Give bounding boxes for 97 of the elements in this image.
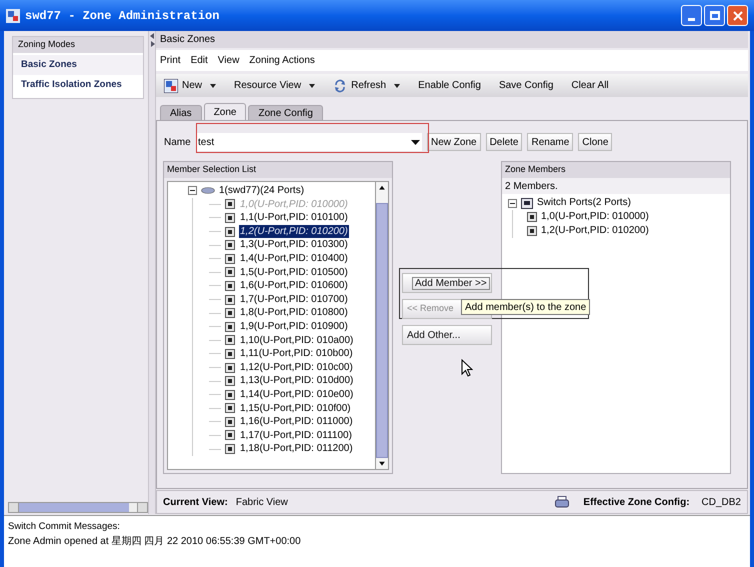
port-icon	[225, 348, 235, 359]
menu-item[interactable]: Print	[160, 53, 181, 68]
menu-item[interactable]: Edit	[190, 53, 208, 68]
field-label: Name	[163, 136, 192, 150]
port-icon	[225, 444, 235, 454]
port-icon	[225, 267, 235, 278]
dropdown-caret-icon	[210, 84, 216, 88]
tree-item[interactable]: 1,0(U-Port,PID: 010000)	[541, 210, 649, 224]
tree-item[interactable]: 1,7(U-Port,PID: 010700)	[239, 292, 349, 306]
refresh-icon	[333, 78, 348, 92]
sidebar-item[interactable]: Traffic Isolation Zones	[13, 75, 143, 96]
tree-item[interactable]: 1,2(U-Port,PID: 010200)	[239, 224, 349, 238]
tree-item[interactable]: 1,6(U-Port,PID: 010600)	[239, 279, 349, 293]
action-button[interactable]: Add Member >>	[402, 273, 492, 293]
tree-item[interactable]: 1,15(U-Port,PID: 010f00)	[239, 402, 352, 416]
member-count: 2 Members.	[502, 178, 730, 194]
vertical-scrollbar[interactable]	[375, 182, 388, 469]
zone-name-dropdown[interactable]: test	[196, 133, 422, 151]
toolbar-button[interactable]: Save Config	[498, 78, 554, 93]
horizontal-scrollbar[interactable]	[8, 502, 148, 513]
dropdown-caret-icon	[309, 84, 316, 88]
status-label: Current View:	[163, 496, 228, 510]
status-value: CD_DB2	[702, 496, 741, 510]
tree-item[interactable]: 1,5(U-Port,PID: 010500)	[239, 266, 349, 280]
collapse-icon[interactable]	[508, 198, 517, 208]
port-icon	[225, 280, 235, 291]
action-button[interactable]: Add Other...	[402, 325, 492, 345]
panel-header: Zoning Modes	[13, 37, 143, 53]
messages-title: Switch Commit Messages:	[8, 520, 121, 534]
port-icon	[225, 416, 235, 427]
tree-item[interactable]: 1,12(U-Port,PID: 010c00)	[239, 360, 354, 374]
new-zone-icon	[164, 78, 178, 92]
toolbar-button[interactable]: Clear All	[571, 78, 609, 93]
tree-item[interactable]: 1,9(U-Port,PID: 010900)	[239, 320, 349, 334]
zone-button[interactable]: Delete	[486, 133, 522, 151]
port-icon	[225, 212, 235, 223]
close-icon	[732, 10, 742, 20]
tree-item[interactable]: Switch Ports(2 Ports)	[537, 196, 631, 210]
tree-item[interactable]: 1,18(U-Port,PID: 011200)	[239, 442, 354, 456]
port-group-icon	[521, 198, 533, 208]
port-icon	[225, 199, 235, 210]
toolbar-button[interactable]: Resource View	[234, 78, 316, 93]
tab[interactable]: Zone Config	[248, 105, 323, 120]
maximize-button[interactable]	[704, 5, 725, 26]
port-icon	[225, 376, 235, 386]
status-label: Effective Zone Config:	[583, 496, 690, 510]
tree-item[interactable]: 1(swd77)(24 Ports)	[219, 184, 304, 198]
collapse-arrows-icon	[150, 33, 154, 47]
port-icon	[225, 403, 235, 414]
panel-header: Member Selection List	[164, 162, 392, 178]
panel-title-bar: Basic Zones	[156, 31, 748, 48]
tree-item[interactable]: 1,13(U-Port,PID: 010d00)	[239, 374, 354, 388]
port-icon	[225, 390, 235, 400]
port-icon	[225, 335, 235, 346]
tree-item[interactable]: 1,3(U-Port,PID: 010300)	[239, 238, 349, 252]
tab[interactable]: Alias	[160, 105, 202, 120]
tree-item[interactable]: 1,8(U-Port,PID: 010800)	[239, 306, 349, 320]
switch-icon	[201, 187, 215, 194]
zone-button[interactable]: Rename	[527, 133, 574, 151]
zone-button[interactable]: New Zone	[427, 133, 481, 151]
dropdown-arrow-icon	[411, 140, 420, 144]
port-icon	[225, 308, 235, 318]
tree-item[interactable]: 1,10(U-Port,PID: 010a00)	[239, 334, 354, 348]
close-button[interactable]	[727, 5, 748, 26]
tooltip: Add member(s) to the zone	[461, 299, 590, 315]
port-icon	[225, 226, 235, 237]
port-icon	[225, 254, 235, 264]
port-icon	[225, 294, 235, 305]
toolbar-button[interactable]: New	[164, 78, 216, 93]
toolbar-button[interactable]: Refresh	[333, 78, 400, 93]
tree-item[interactable]: 1,4(U-Port,PID: 010400)	[239, 252, 349, 266]
tree-item[interactable]: 1,2(U-Port,PID: 010200)	[541, 224, 649, 238]
zone-button[interactable]: Clone	[578, 133, 612, 151]
minimize-button[interactable]	[681, 5, 702, 26]
tab[interactable]: Zone	[204, 103, 246, 120]
toolbar-button[interactable]: Enable Config	[418, 78, 481, 93]
tree-item[interactable]: 1,17(U-Port,PID: 011100)	[239, 428, 353, 442]
port-icon	[225, 240, 235, 250]
tree-item[interactable]: 1,1(U-Port,PID: 010100)	[239, 211, 349, 225]
sidebar-item[interactable]: Basic Zones	[13, 55, 143, 76]
message-line: Zone Admin opened at 星期四 四月 22 2010 06:55:39 GMT+00:00	[8, 534, 302, 549]
app-icon	[6, 8, 20, 22]
dropdown-caret-icon	[394, 84, 400, 88]
menu-item[interactable]: View	[218, 53, 240, 68]
window-title: swd77 - Zone Administration	[25, 8, 220, 24]
panel-header: Zone Members	[502, 162, 730, 178]
tree-item[interactable]: 1,14(U-Port,PID: 010e00)	[239, 388, 354, 402]
collapse-icon[interactable]	[188, 186, 197, 196]
tree-item[interactable]: 1,16(U-Port,PID: 011000)	[239, 415, 354, 429]
mouse-pointer-icon	[461, 359, 473, 378]
status-value: Fabric View	[236, 496, 288, 510]
printer-icon	[555, 496, 570, 508]
menu-item[interactable]: Zoning Actions	[249, 53, 315, 68]
port-icon	[225, 322, 235, 332]
port-icon	[225, 362, 235, 373]
port-icon	[225, 430, 235, 440]
tree-item[interactable]: 1,11(U-Port,PID: 010b00)	[239, 347, 354, 361]
